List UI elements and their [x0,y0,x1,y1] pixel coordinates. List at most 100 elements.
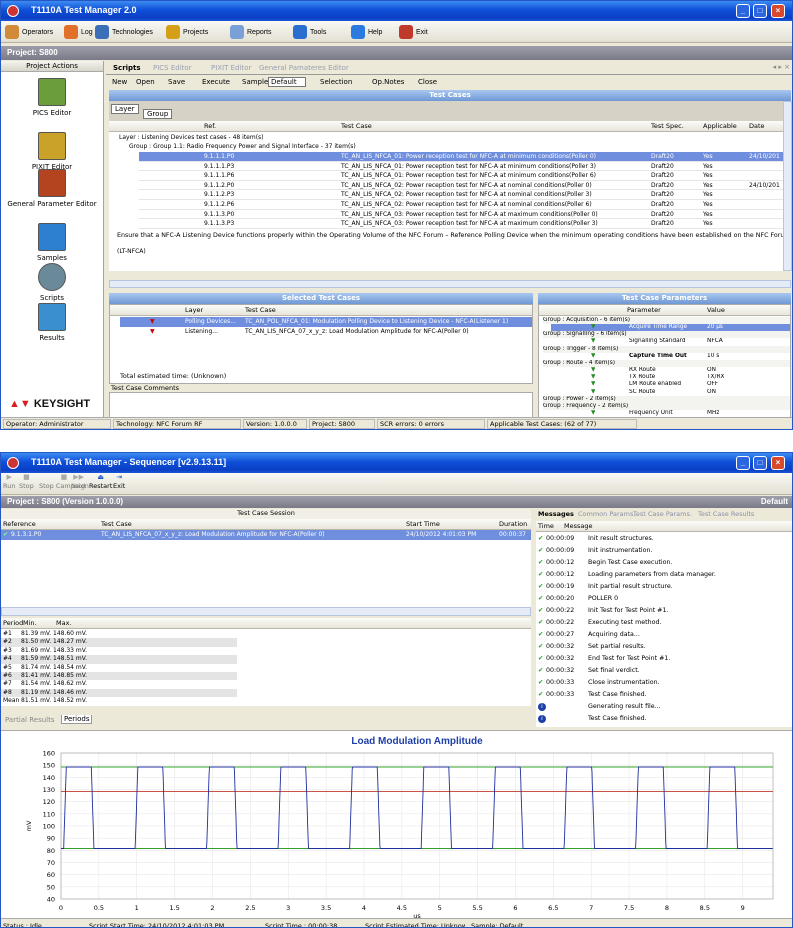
sidebar-item-general-parameter-editor[interactable]: General Parameter Editor [1,169,103,208]
message-row[interactable]: ✔ 00:00:09 Init instrumentation. [536,545,792,557]
message-row[interactable]: ✔ 00:00:27 Acquiring data... [536,629,792,641]
period-row[interactable]: #5 81.74 mV. 148.54 mV. [1,664,237,672]
sidebar-item-scripts[interactable]: Scripts [1,263,103,302]
period-row[interactable]: #6 81.41 mV. 148.85 mV. [1,672,237,681]
column-header[interactable]: Test Spec. [651,121,684,132]
message-row[interactable]: ✔ 00:00:12 Begin Test Case execution. [536,557,792,569]
save-button[interactable]: Save [168,78,185,86]
message-row[interactable]: i Generating result file... [536,701,792,713]
param-group-row[interactable]: Group : Acquisition - 6 item(s) [543,317,790,324]
menu-technologies[interactable]: Technologies [95,23,153,41]
menu-exit[interactable]: Exit [399,23,428,41]
column-header[interactable]: Test Case [101,519,132,530]
tab-periods[interactable]: Periods [61,715,93,724]
column-header[interactable]: Start Time [406,519,440,530]
param-row[interactable]: ▼ TX Route TX/RX [551,374,790,381]
tab-test-case-params-[interactable]: Test Case Params. [633,510,692,518]
selection-menu[interactable]: Selection [320,78,352,86]
group-row[interactable]: Group : Group 1.1: Radio Frequency Power… [129,142,791,152]
message-row[interactable]: ✔ 00:00:32 Set final verdict. [536,665,792,677]
column-header[interactable]: Applicable [703,121,737,132]
table-row[interactable]: 9.1.1.3.P3 TC_AN_LIS_NFCA_03: Power recep… [139,219,791,229]
column-header[interactable]: Ref. [204,121,216,132]
table-row[interactable]: 9.1.1.1.P6 TC_AN_LIS_NFCA_01: Power recep… [139,171,791,181]
menu-operators[interactable]: Operators [5,23,53,41]
message-row[interactable]: ✔ 00:00:22 Init Test for Test Point #1. [536,605,792,617]
period-row[interactable]: #2 81.50 mV. 148.27 mV. [1,638,237,647]
new-button[interactable]: New [112,78,127,86]
tab-common-params-[interactable]: Common Params. [578,510,635,518]
message-row[interactable]: ✔ 00:00:32 Set partial results. [536,641,792,653]
close-button[interactable]: × [771,456,785,470]
sidebar-item-results[interactable]: Results [1,303,103,342]
session-horizontal-scrollbar[interactable] [1,607,531,616]
column-header[interactable]: Min. [23,618,37,629]
tab-pixit-editor[interactable]: PIXIT Editor [208,63,254,75]
message-row[interactable]: ✔ 00:00:20 POLLER 0 [536,593,792,605]
run-button[interactable]: ▶ Run [3,473,15,490]
param-row[interactable]: ▼ Frequency Unit MHz [551,410,790,417]
column-header[interactable]: Date [749,121,765,132]
sample-select[interactable]: Default [268,77,306,87]
column-header[interactable]: Max. [56,618,72,629]
close-button[interactable]: × [771,4,785,18]
message-row[interactable]: ✔ 00:00:22 Executing test method. [536,617,792,629]
message-row[interactable]: ✔ 00:00:33 Test Case finished. [536,689,792,701]
message-row[interactable]: ✔ 00:00:19 Init partial result structure. [536,581,792,593]
menu-help[interactable]: Help [351,23,382,41]
menu-tools[interactable]: Tools [293,23,326,41]
restart-button[interactable]: ⏏ Restart [89,473,112,490]
selected-test-row[interactable]: ▼ Polling Devices... TC_AN_POL_NFCA_01: Mo… [120,317,532,327]
period-row[interactable]: #1 81.39 mV. 148.60 mV. [1,630,237,638]
table-row[interactable]: 9.1.1.1.P3 TC_AN_LIS_NFCA_01: Power recep… [139,162,791,172]
exit-button[interactable]: ⇥ Exit [113,473,125,490]
menu-projects[interactable]: Projects [166,23,208,41]
tab-general-pamateres-editor[interactable]: General Pamateres Editor [256,63,352,75]
selected-test-row[interactable]: ▼ Listening... TC_AN_LIS_NFCA_07_x_y_z: Lo… [120,327,532,337]
tab-test-case-results[interactable]: Test Case Results [698,510,754,518]
op-notes-button[interactable]: Op.Notes [372,78,404,86]
period-row[interactable]: #8 81.19 mV. 148.46 mV. [1,688,237,698]
param-group-row[interactable]: Group : Power - 2 item(s) [543,395,790,403]
message-row[interactable]: ✔ 00:00:12 Loading parameters from data ma… [536,569,792,581]
column-header[interactable]: Layer [185,305,203,316]
column-header[interactable]: Reference [3,519,36,530]
tc-horizontal-scrollbar[interactable] [109,280,791,288]
maximize-button[interactable]: □ [753,456,767,470]
param-row[interactable]: ▼ Acquire Time Range 20 µs [551,324,790,332]
column-header[interactable]: Duration [499,519,527,530]
group-by-layer[interactable]: Layer [111,104,139,114]
column-header[interactable]: Value [707,305,725,316]
column-header[interactable]: Message [564,521,593,532]
minimize-button[interactable]: _ [736,4,750,18]
param-row[interactable]: ▼ SC Route ON [551,389,790,396]
sidebar-item-samples[interactable]: Samples [1,223,103,262]
message-row[interactable]: ✔ 00:00:09 Init result structures. [536,533,792,545]
param-row[interactable]: ▼ Capture Time Out 10 s [551,353,790,360]
group-by-group[interactable]: Group [143,109,173,119]
test-case-comments-box[interactable] [109,392,533,418]
menu-reports[interactable]: Reports [230,23,272,41]
tab-scroll-arrows[interactable]: ◂ ▸ × [773,63,790,71]
next-button[interactable]: ▶▶ Next [71,473,86,490]
tab-messages[interactable]: Messages [538,510,574,518]
param-group-row[interactable]: Group : Signalling - 6 item(s) [543,331,790,339]
sidebar-item-pixit-editor[interactable]: PIXIT Editor [1,132,103,171]
table-row[interactable]: 9.1.1.1.P0 TC_AN_LIS_NFCA_01: Power recep… [139,152,791,162]
tab-scripts[interactable]: Scripts [110,63,144,75]
table-row[interactable]: 9.1.1.2.P0 TC_AN_LIS_NFCA_02: Power recep… [139,181,791,191]
param-row[interactable]: ▼ RX Route ON [551,367,790,374]
message-row[interactable]: ✔ 00:00:33 Close instrumentation. [536,677,792,689]
tab-partial-results[interactable]: Partial Results [5,716,55,724]
column-header[interactable]: Time [538,521,554,532]
column-header[interactable]: Test Case [341,121,372,132]
sidebar-item-pics-editor[interactable]: PICS Editor [1,78,103,117]
stop-button[interactable]: ■ Stop [19,473,34,490]
close-script-button[interactable]: Close [418,78,437,86]
message-row[interactable]: i Test Case finished. [536,713,792,725]
table-row[interactable]: 9.1.1.3.P0 TC_AN_LIS_NFCA_03: Power recep… [139,210,791,220]
minimize-button[interactable]: _ [736,456,750,470]
column-header[interactable]: Period [3,618,23,629]
maximize-button[interactable]: □ [753,4,767,18]
param-row[interactable]: ▼ LM Route enabled OFF [551,381,790,388]
